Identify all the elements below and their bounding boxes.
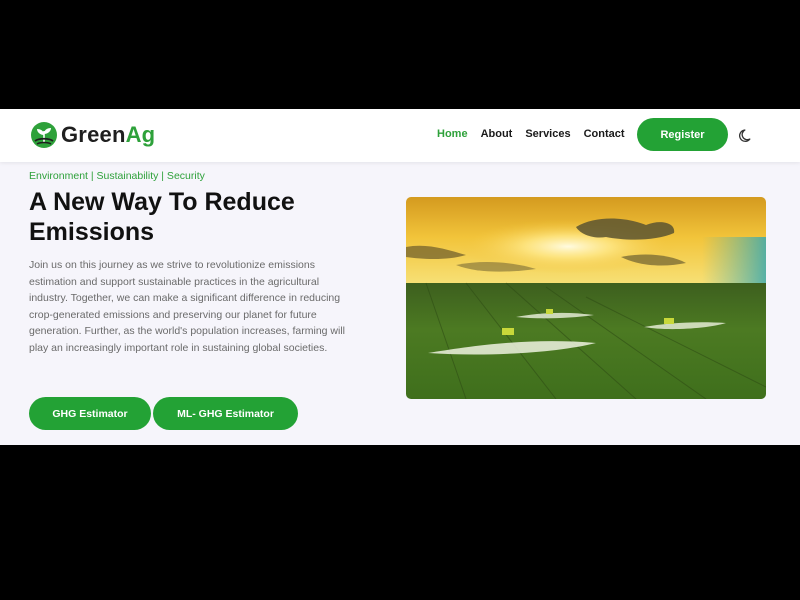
hero-description: Join us on this journey as we strive to …: [29, 259, 345, 354]
hero-headline: A New Way To Reduce Emissions: [29, 188, 295, 246]
register-button[interactable]: Register: [637, 118, 728, 151]
nav-link-about[interactable]: About: [481, 128, 513, 140]
page-viewport: GreenAg Home About Services Contact Regi…: [0, 109, 800, 445]
ml-ghg-estimator-button[interactable]: ML- GHG Estimator: [153, 397, 298, 430]
navbar: GreenAg Home About Services Contact Regi…: [0, 109, 800, 162]
moon-icon[interactable]: [739, 128, 754, 143]
brand-name-ag: Ag: [125, 122, 156, 147]
ghg-estimator-button[interactable]: GHG Estimator: [29, 397, 151, 430]
brand-name-green: Green: [61, 122, 126, 147]
tractors-field-sunset-image: [406, 197, 766, 399]
nav-link-home[interactable]: Home: [437, 128, 468, 140]
hero-tags: Environment | Sustainability | Security: [29, 170, 205, 182]
hero-image: [406, 197, 766, 399]
nav-link-services[interactable]: Services: [525, 128, 570, 140]
brand-logo-link[interactable]: GreenAg: [30, 121, 155, 149]
main-nav: Home About Services Contact: [437, 128, 638, 140]
leaf-sprout-logo-icon: [31, 122, 57, 148]
brand-name: GreenAg: [61, 122, 155, 148]
nav-link-contact[interactable]: Contact: [584, 128, 625, 140]
